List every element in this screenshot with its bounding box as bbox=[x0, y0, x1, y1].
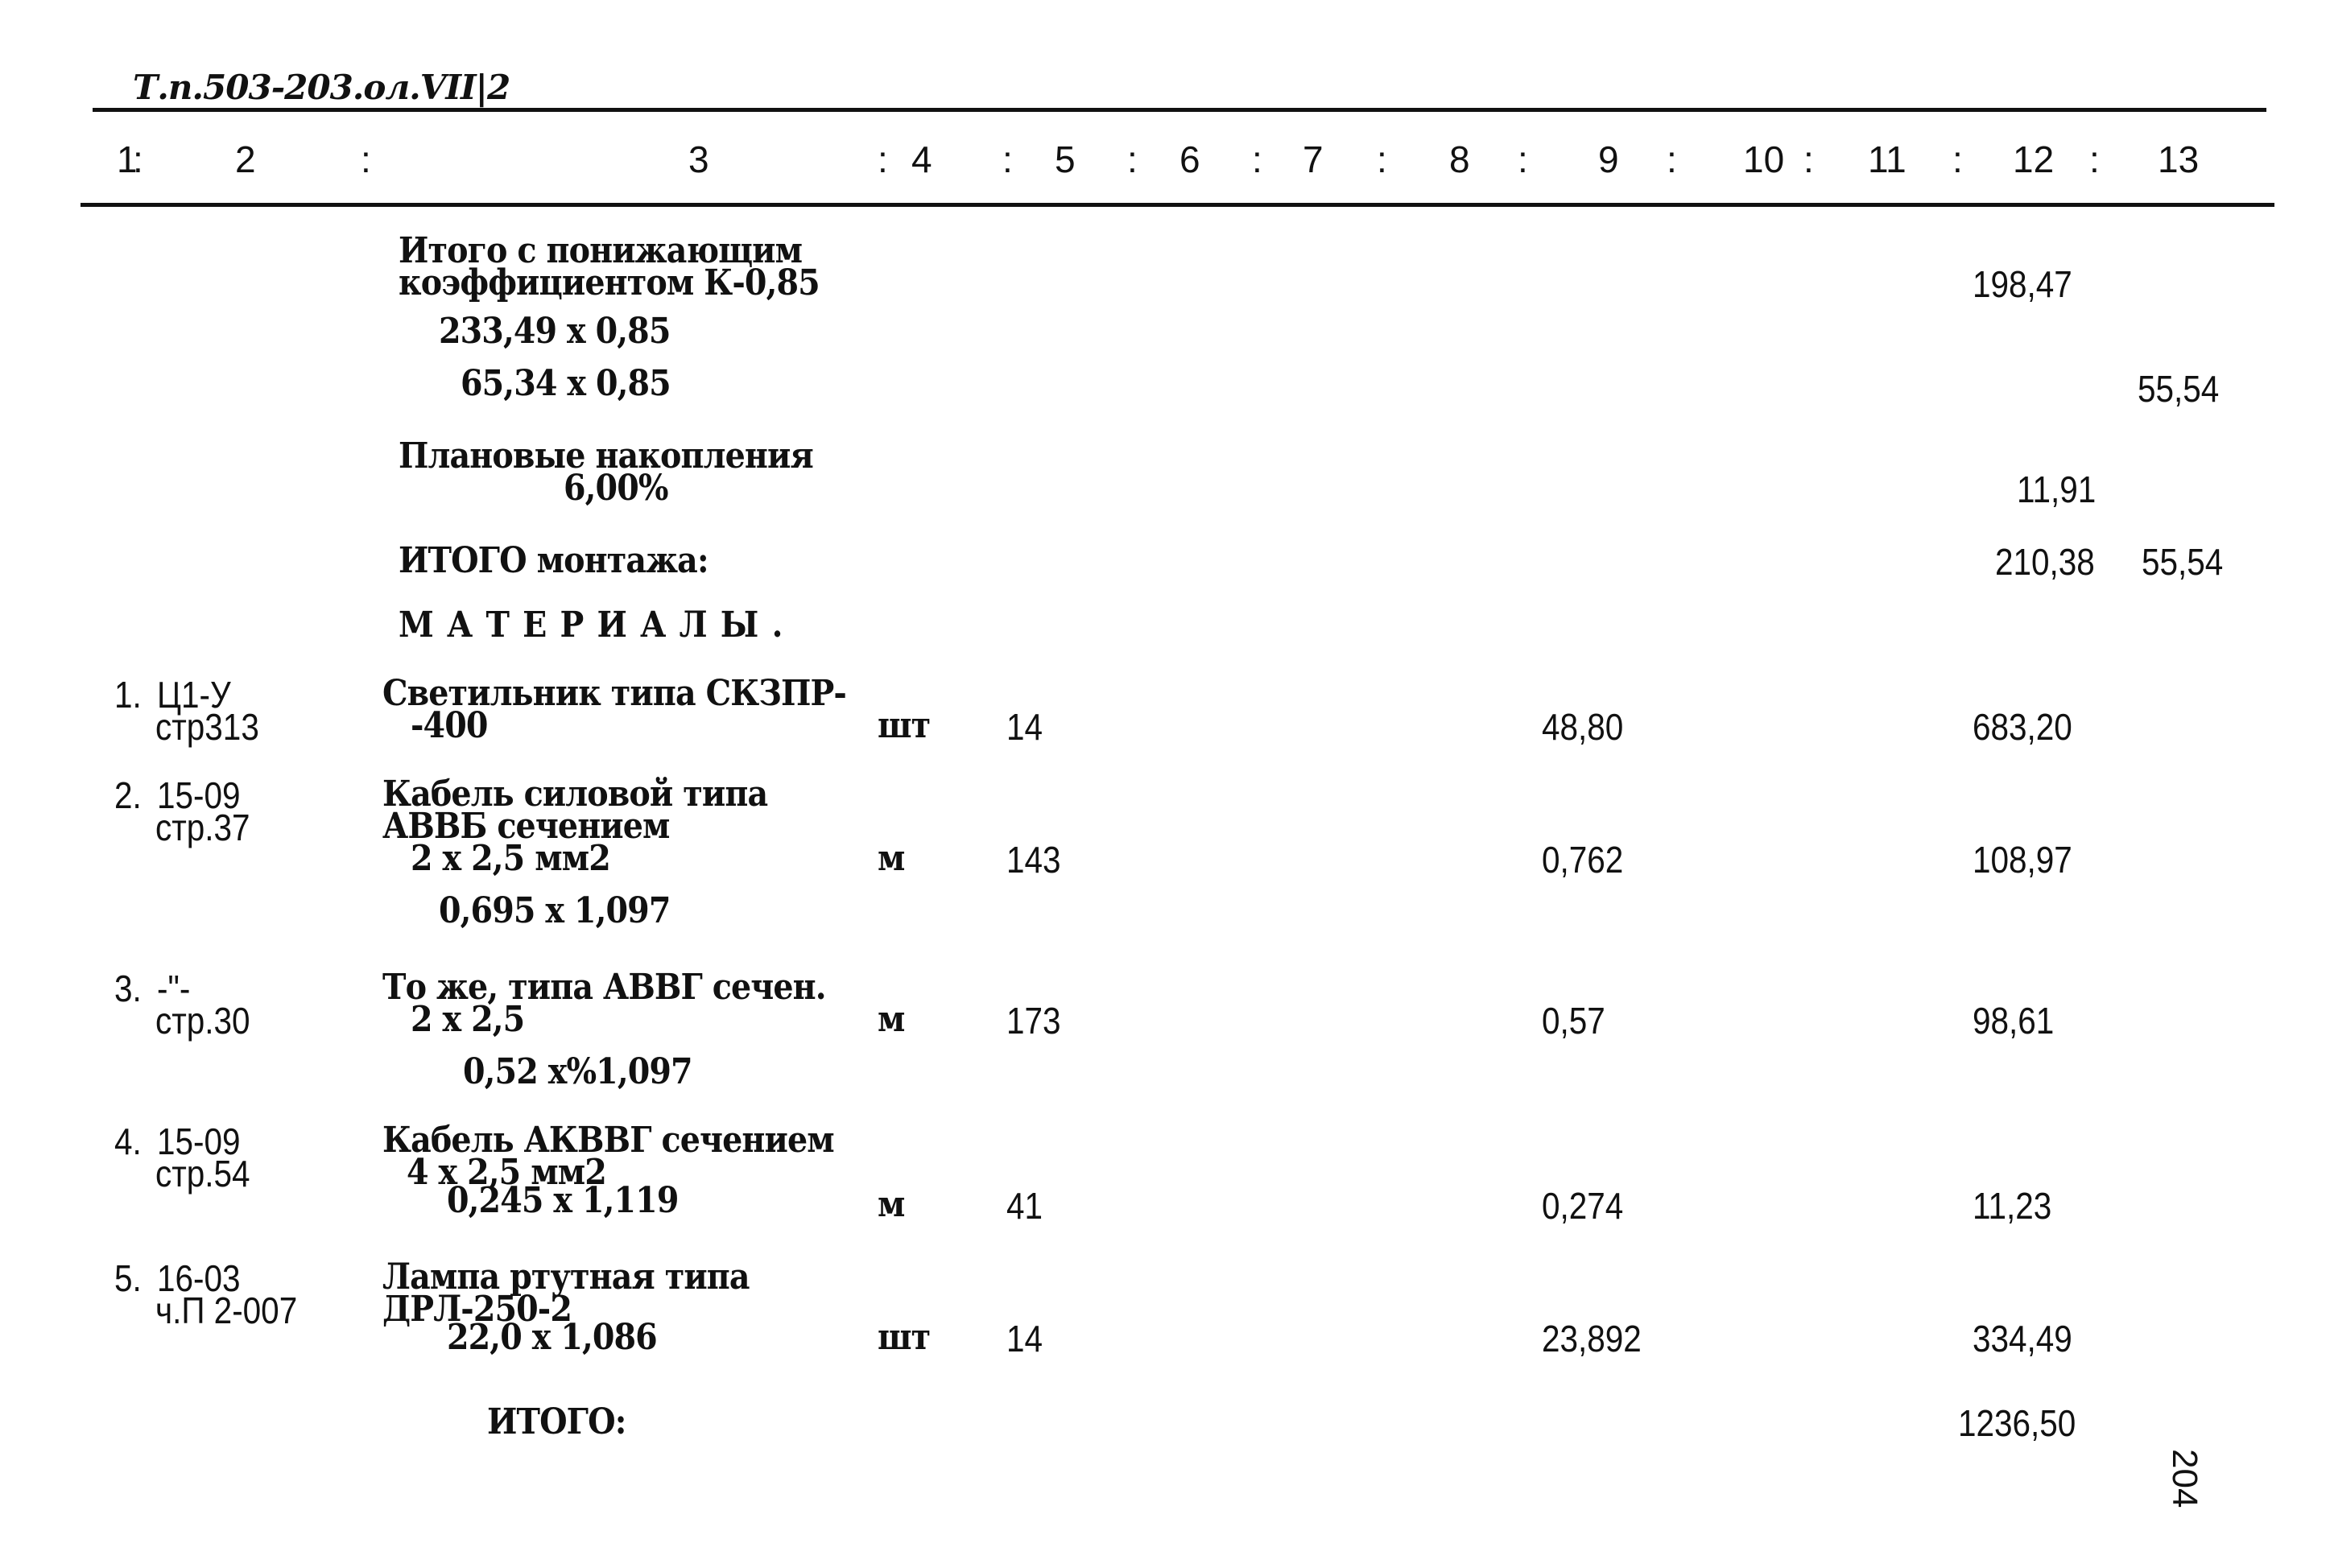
document-code: Т.п.503-203.ол.VII|2 bbox=[133, 68, 510, 107]
item-total: 334,49 bbox=[1973, 1318, 2072, 1360]
item-quantity: 173 bbox=[1006, 1000, 1061, 1042]
item-number: 2. bbox=[114, 774, 142, 816]
item-unit: шт bbox=[878, 705, 931, 746]
item-number: 5. bbox=[114, 1257, 142, 1299]
item-number: 1. bbox=[114, 674, 142, 716]
materials-title: МАТЕРИАЛЫ. bbox=[399, 605, 796, 646]
item-quantity: 14 bbox=[1006, 706, 1043, 748]
col-header-6: 6 bbox=[1179, 138, 1200, 180]
calc-line: 65,34 х 0,85 bbox=[461, 363, 671, 404]
item-description-line: 2 х 2,5 bbox=[411, 999, 525, 1040]
item-unit: шт bbox=[878, 1317, 931, 1358]
col-header-3: 3 bbox=[688, 138, 709, 180]
col-header-8: 8 bbox=[1449, 138, 1470, 180]
col-header-2: 2 bbox=[235, 138, 256, 180]
item-total: 98,61 bbox=[1973, 1000, 2055, 1042]
item-quantity: 143 bbox=[1006, 839, 1061, 881]
item-unit-price: 23,892 bbox=[1542, 1318, 1642, 1360]
item-number: 4. bbox=[114, 1120, 142, 1162]
install-total-value: 210,38 bbox=[1995, 541, 2095, 583]
col-separator: : bbox=[1127, 138, 1138, 180]
header-rule bbox=[81, 203, 2274, 207]
item-unit-price: 48,80 bbox=[1542, 706, 1624, 748]
col-header-9: 9 bbox=[1598, 138, 1619, 180]
col-separator: : bbox=[1667, 138, 1677, 180]
reduced-total-label-2: коэффициентом К-0,85 bbox=[399, 262, 820, 303]
calc-line: 233,49 х 0,85 bbox=[439, 311, 671, 352]
col-separator: : bbox=[1002, 138, 1013, 180]
install-total-label: ИТОГО монтажа: bbox=[399, 540, 709, 581]
col-separator: : bbox=[1952, 138, 1963, 180]
col-separator: : bbox=[1518, 138, 1528, 180]
col-header-11: 11 bbox=[1868, 138, 1907, 180]
col-header-12: 12 bbox=[2013, 138, 2055, 180]
item-description-line: 0,245 х 1,119 bbox=[447, 1180, 679, 1221]
item-description-line: 2 х 2,5 мм2 bbox=[411, 838, 611, 879]
item-unit: м bbox=[878, 999, 905, 1040]
item-unit-price: 0,274 bbox=[1542, 1185, 1624, 1227]
planned-savings-value: 11,91 bbox=[2017, 468, 2097, 510]
calc-value-col13: 55,54 bbox=[2138, 368, 2220, 410]
item-reference-page: стр.54 bbox=[155, 1153, 250, 1195]
item-unit: м bbox=[878, 838, 905, 879]
col-header-5: 5 bbox=[1055, 138, 1076, 180]
item-unit-price: 0,762 bbox=[1542, 839, 1624, 881]
col-header-13: 13 bbox=[2158, 138, 2200, 180]
item-quantity: 41 bbox=[1006, 1185, 1043, 1227]
item-number: 3. bbox=[114, 968, 142, 1009]
install-total-col13: 55,54 bbox=[2142, 541, 2224, 583]
col-separator: : bbox=[361, 138, 371, 180]
item-reference-page: стр313 bbox=[155, 706, 259, 748]
col-separator: : bbox=[1252, 138, 1262, 180]
item-reference-page: стр.37 bbox=[155, 807, 250, 848]
item-description-line: 0,695 х 1,097 bbox=[439, 890, 671, 931]
item-description-line: 22,0 х 1,086 bbox=[447, 1317, 658, 1358]
col-header-10: 10 bbox=[1743, 138, 1785, 180]
col-header-4: 4 bbox=[911, 138, 932, 180]
col-separator: : bbox=[1377, 138, 1387, 180]
col-separator: : bbox=[2089, 138, 2100, 180]
item-description-line: -400 bbox=[411, 705, 488, 746]
item-description-line: 0,52 х%1,097 bbox=[463, 1051, 693, 1092]
item-unit: м bbox=[878, 1184, 905, 1225]
item-total: 11,23 bbox=[1973, 1185, 2052, 1227]
materials-total-value: 1236,50 bbox=[1958, 1402, 2076, 1444]
item-total: 108,97 bbox=[1973, 839, 2072, 881]
top-rule bbox=[93, 108, 2266, 112]
item-reference-page: стр.30 bbox=[155, 1000, 250, 1042]
materials-total-label: ИТОГО: bbox=[487, 1401, 626, 1442]
col-header-7: 7 bbox=[1303, 138, 1324, 180]
item-reference-page: ч.П 2-007 bbox=[155, 1289, 298, 1331]
item-quantity: 14 bbox=[1006, 1318, 1043, 1360]
item-total: 683,20 bbox=[1973, 706, 2072, 748]
page-number: 204 bbox=[2165, 1449, 2204, 1508]
col-separator: : bbox=[133, 138, 143, 180]
item-unit-price: 0,57 bbox=[1542, 1000, 1605, 1042]
col-separator: : bbox=[878, 138, 888, 180]
col-separator: : bbox=[1803, 138, 1814, 180]
planned-savings-pct: 6,00% bbox=[564, 468, 668, 509]
reduced-total-value: 198,47 bbox=[1973, 263, 2072, 305]
